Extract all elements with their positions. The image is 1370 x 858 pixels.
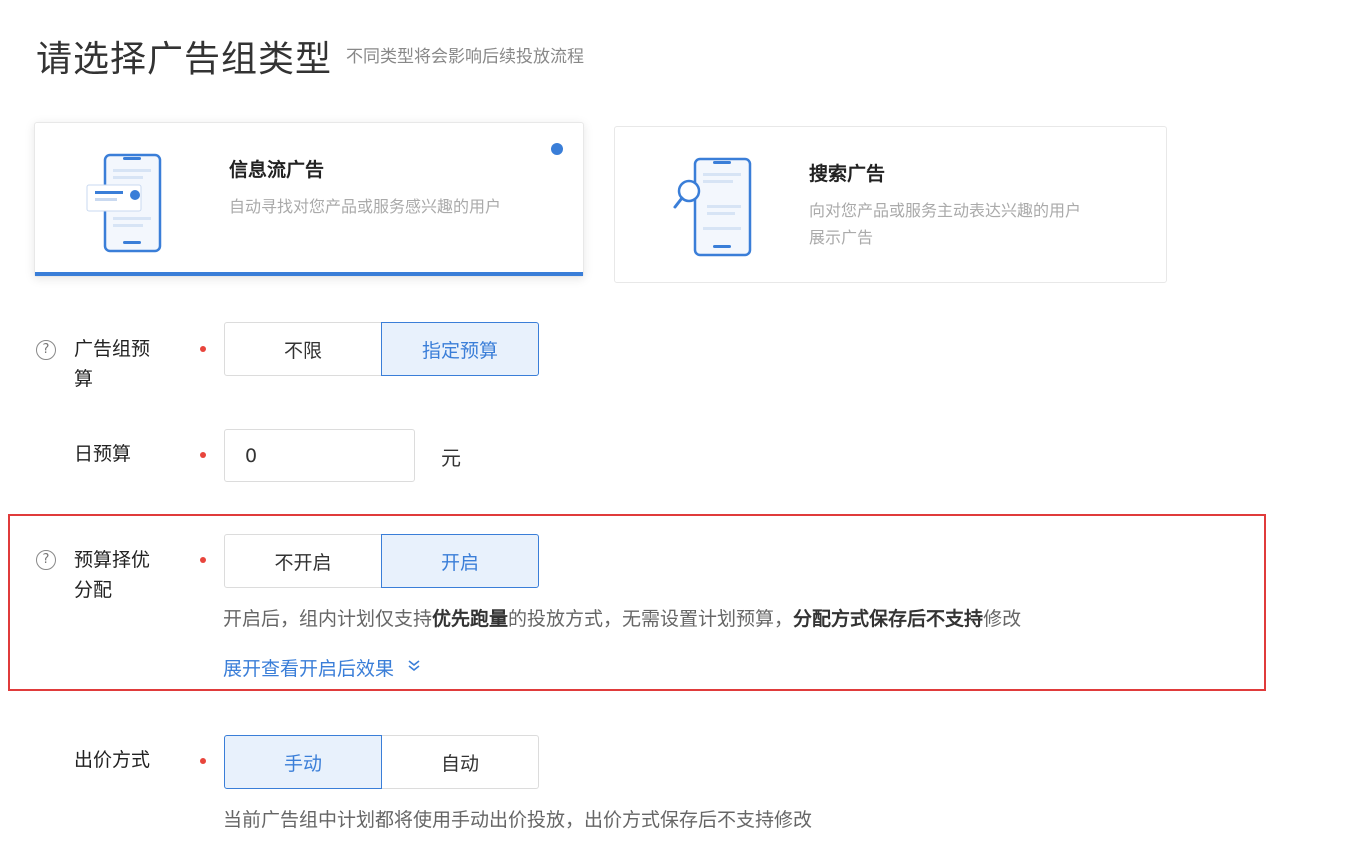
daily-budget-input[interactable]: 0 — [224, 429, 415, 482]
bid-method-toggle: 手动 自动 — [224, 735, 539, 789]
daily-budget-label: 日预算 — [74, 443, 132, 465]
card-desc-feed: 自动寻找对您产品或服务感兴趣的用户 — [229, 197, 502, 216]
daily-budget-unit: 元 — [441, 446, 461, 470]
budget-optimize-hint: 开启后，组内计划仅支持优先跑量的投放方式，无需设置计划预算，分配方式保存后不支持… — [223, 604, 1021, 631]
page-title: 请选择广告组类型 — [36, 39, 333, 80]
budget-toggle: 不限 指定预算 — [224, 322, 539, 376]
budget-optimize-label-line2: 分配 — [74, 579, 113, 601]
budget-option-specified[interactable]: 指定预算 — [381, 322, 539, 376]
required-marker — [200, 557, 206, 563]
budget-optimize-option-off[interactable]: 不开启 — [224, 534, 382, 588]
highlight-box — [8, 514, 1266, 691]
budget-optimize-option-on[interactable]: 开启 — [381, 534, 539, 588]
card-desc-search: 向对您产品或服务主动表达兴趣的用户 展示广告 — [809, 197, 1081, 251]
budget-optimize-toggle: 不开启 开启 — [224, 534, 539, 588]
hint-text: 修改 — [983, 608, 1022, 630]
help-icon[interactable]: ? — [36, 340, 56, 360]
selected-dot-icon — [551, 143, 563, 155]
budget-label: 广告组预 算 — [74, 334, 150, 394]
bid-method-hint: 当前广告组中计划都将使用手动出价投放，出价方式保存后不支持修改 — [223, 809, 813, 831]
required-marker — [200, 758, 206, 764]
expand-effect-link-text: 展开查看开启后效果 — [223, 658, 395, 680]
selected-indicator-bar — [35, 272, 583, 276]
search-phone-icon — [673, 157, 752, 257]
page-subtitle: 不同类型将会影响后续投放流程 — [346, 47, 584, 67]
hint-bold-text: 优先跑量 — [432, 608, 509, 630]
bid-method-option-manual[interactable]: 手动 — [224, 735, 382, 789]
budget-optimize-label: 预算择优 分配 — [74, 545, 150, 605]
bid-method-option-auto[interactable]: 自动 — [381, 735, 539, 789]
required-marker — [200, 452, 206, 458]
help-icon[interactable]: ? — [36, 550, 56, 570]
bid-method-label: 出价方式 — [74, 749, 151, 771]
hint-text: 的投放方式，无需设置计划预算， — [508, 608, 794, 630]
budget-label-line2: 算 — [74, 368, 94, 390]
budget-optimize-label-line1: 预算择优 — [74, 549, 151, 571]
ad-type-card-feed[interactable]: 信息流广告 自动寻找对您产品或服务感兴趣的用户 — [34, 122, 584, 277]
feed-phone-icon — [86, 153, 162, 253]
hint-bold-text: 分配方式保存后不支持 — [793, 608, 984, 630]
card-title-feed: 信息流广告 — [229, 159, 325, 181]
double-chevron-down-icon — [408, 659, 420, 677]
card-title-search: 搜索广告 — [809, 163, 886, 185]
budget-label-line1: 广告组预 — [74, 338, 151, 360]
card-desc-search-line1: 向对您产品或服务主动表达兴趣的用户 — [809, 201, 1082, 220]
card-desc-search-line2: 展示广告 — [809, 228, 874, 247]
budget-option-unlimited[interactable]: 不限 — [224, 322, 382, 376]
required-marker — [200, 346, 206, 352]
expand-effect-link[interactable]: 展开查看开启后效果 — [223, 654, 420, 681]
ad-type-card-search[interactable]: 搜索广告 向对您产品或服务主动表达兴趣的用户 展示广告 — [614, 126, 1167, 283]
hint-text: 开启后，组内计划仅支持 — [223, 608, 433, 630]
